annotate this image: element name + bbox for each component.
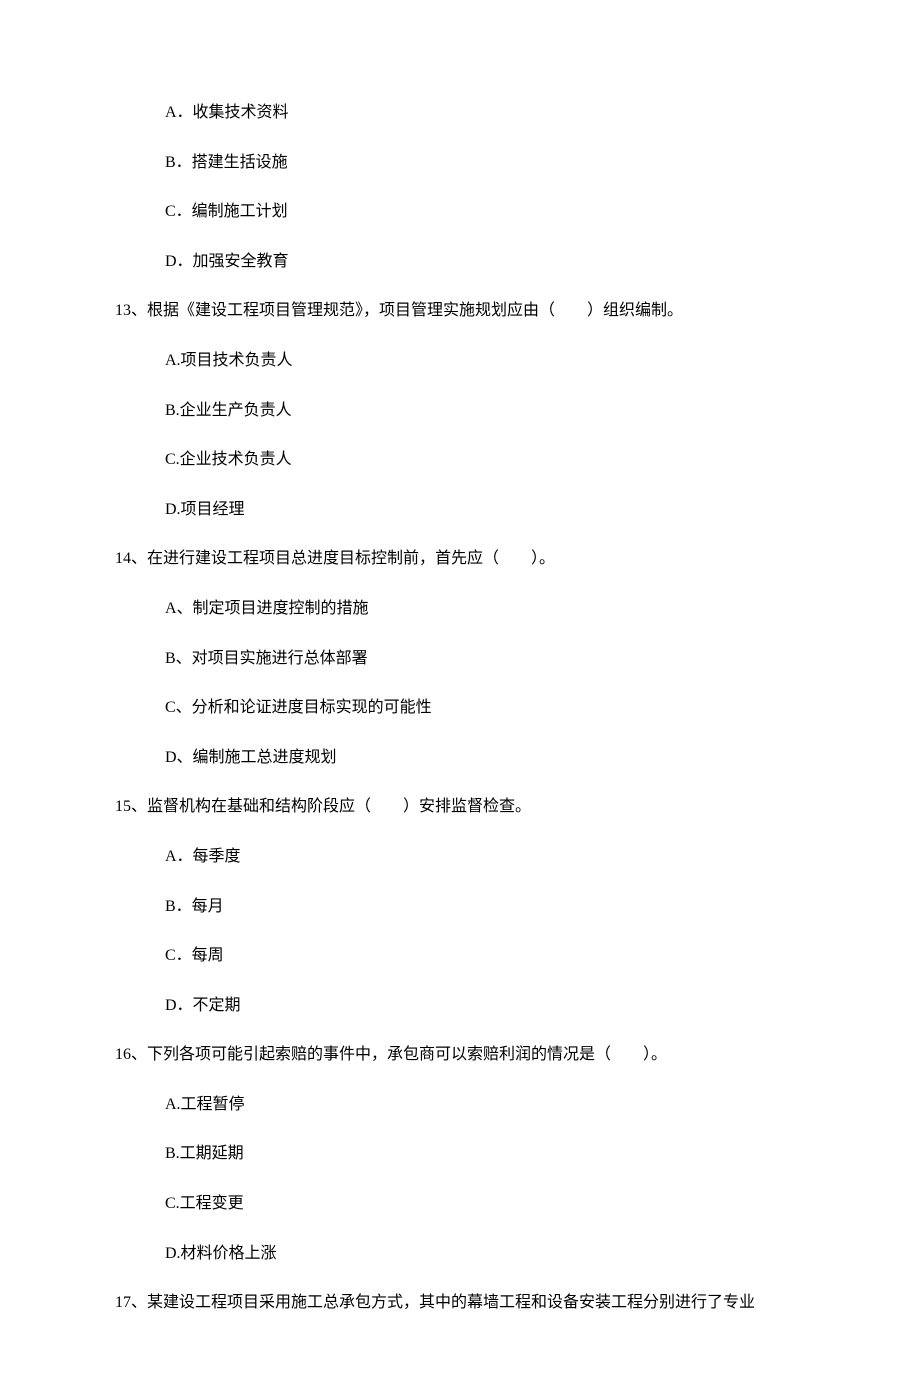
option-14-a: A、制定项目进度控制的措施 [165,596,805,622]
question-text: 15、监督机构在基础和结构阶段应（ ）安排监督检查。 [115,798,531,815]
question-text: 14、在进行建设工程项目总进度目标控制前，首先应（ ）。 [115,550,555,567]
option-label: C.工程变更 [165,1195,244,1212]
question-15: 15、监督机构在基础和结构阶段应（ ）安排监督检查。 [115,794,805,820]
option-15-b: B．每月 [165,894,805,920]
option-label: C．每周 [165,947,224,964]
option-label: A．每季度 [165,848,241,865]
option-14-b: B、对项目实施进行总体部署 [165,646,805,672]
option-label: B.工期延期 [165,1145,244,1162]
option-label: C、分析和论证进度目标实现的可能性 [165,699,432,716]
option-13-b: B.企业生产负责人 [165,398,805,424]
option-label: D.材料价格上涨 [165,1245,277,1262]
option-14-d: D、编制施工总进度规划 [165,745,805,771]
option-13-d: D.项目经理 [165,497,805,523]
option-label: D.项目经理 [165,501,245,518]
option-label: A.项目技术负责人 [165,352,293,369]
option-label: D．加强安全教育 [165,253,289,270]
option-14-c: C、分析和论证进度目标实现的可能性 [165,695,805,721]
option-16-a: A.工程暂停 [165,1092,805,1118]
option-label: A.工程暂停 [165,1096,245,1113]
option-label: B.企业生产负责人 [165,402,292,419]
option-12-c: C．编制施工计划 [165,199,805,225]
option-12-a: A．收集技术资料 [165,100,805,126]
option-16-b: B.工期延期 [165,1141,805,1167]
option-label: D、编制施工总进度规划 [165,749,337,766]
option-12-d: D．加强安全教育 [165,249,805,275]
option-12-b: B．搭建生括设施 [165,150,805,176]
option-15-c: C．每周 [165,943,805,969]
option-label: B．搭建生括设施 [165,154,288,171]
question-16: 16、下列各项可能引起索赔的事件中，承包商可以索赔利润的情况是（ ）。 [115,1042,805,1068]
option-label: B．每月 [165,898,224,915]
question-text: 13、根据《建设工程项目管理规范》，项目管理实施规划应由（ ）组织编制。 [115,302,683,319]
option-label: C．编制施工计划 [165,203,288,220]
option-13-a: A.项目技术负责人 [165,348,805,374]
option-13-c: C.企业技术负责人 [165,447,805,473]
option-16-d: D.材料价格上涨 [165,1241,805,1267]
option-label: A．收集技术资料 [165,104,289,121]
option-15-a: A．每季度 [165,844,805,870]
question-text: 17、某建设工程项目采用施工总承包方式，其中的幕墙工程和设备安装工程分别进行了专… [115,1294,755,1311]
question-text: 16、下列各项可能引起索赔的事件中，承包商可以索赔利润的情况是（ ）。 [115,1046,667,1063]
question-14: 14、在进行建设工程项目总进度目标控制前，首先应（ ）。 [115,546,805,572]
option-label: D．不定期 [165,997,241,1014]
option-15-d: D．不定期 [165,993,805,1019]
option-label: A、制定项目进度控制的措施 [165,600,369,617]
question-17: 17、某建设工程项目采用施工总承包方式，其中的幕墙工程和设备安装工程分别进行了专… [115,1290,805,1316]
option-label: B、对项目实施进行总体部署 [165,650,368,667]
question-13: 13、根据《建设工程项目管理规范》，项目管理实施规划应由（ ）组织编制。 [115,298,805,324]
option-16-c: C.工程变更 [165,1191,805,1217]
option-label: C.企业技术负责人 [165,451,292,468]
